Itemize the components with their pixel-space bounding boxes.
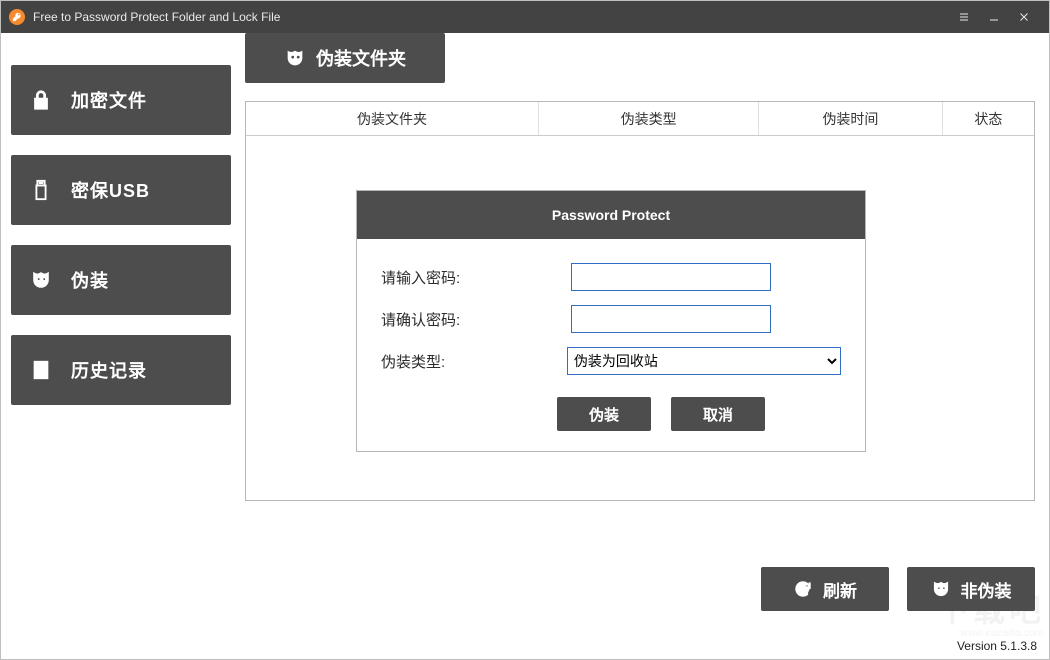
refresh-label: 刷新	[823, 577, 857, 602]
sidebar-item-encrypt[interactable]: 加密文件	[11, 65, 231, 135]
minimize-button[interactable]	[979, 1, 1009, 33]
version-label: Version 5.1.3.8	[957, 639, 1037, 653]
sidebar-item-label: 伪装	[71, 267, 109, 293]
watermark-sub: www.xiazaiba.com	[961, 628, 1043, 639]
mask-icon	[11, 269, 71, 291]
refresh-icon	[793, 579, 813, 599]
sidebar-item-label: 历史记录	[71, 357, 147, 383]
sidebar-item-disguise[interactable]: 伪装	[11, 245, 231, 315]
watermark: 下载吧	[937, 585, 1045, 631]
password-label: 请输入密码:	[381, 267, 571, 288]
col-time[interactable]: 伪装时间	[759, 102, 943, 135]
lock-icon	[11, 89, 71, 111]
col-type[interactable]: 伪装类型	[539, 102, 759, 135]
refresh-button[interactable]: 刷新	[761, 567, 889, 611]
title-bar: Free to Password Protect Folder and Lock…	[1, 1, 1049, 33]
col-status[interactable]: 状态	[943, 102, 1034, 135]
sidebar-item-label: 密保USB	[71, 177, 150, 203]
confirm-label: 请确认密码:	[381, 309, 571, 330]
col-folder[interactable]: 伪装文件夹	[246, 102, 539, 135]
sidebar: 加密文件 密保USB 伪装 历史记录	[1, 65, 231, 659]
close-button[interactable]	[1009, 1, 1039, 33]
disguise-submit-button[interactable]: 伪装	[557, 397, 651, 431]
sidebar-item-usb[interactable]: 密保USB	[11, 155, 231, 225]
menu-button[interactable]	[949, 1, 979, 33]
list-panel: 伪装文件夹 伪装类型 伪装时间 状态 Password Protect 请输入密…	[245, 101, 1035, 501]
sidebar-item-label: 加密文件	[71, 87, 147, 113]
app-window: Free to Password Protect Folder and Lock…	[0, 0, 1050, 660]
usb-icon	[11, 179, 71, 201]
cancel-button[interactable]: 取消	[671, 397, 765, 431]
top-tab-label: 伪装文件夹	[316, 45, 406, 71]
app-logo-icon	[9, 9, 25, 25]
password-dialog: Password Protect 请输入密码: 请确认密码: 伪装类型:	[356, 190, 866, 452]
password-input[interactable]	[571, 263, 771, 291]
type-label: 伪装类型:	[381, 351, 567, 372]
disguise-folder-tab[interactable]: 伪装文件夹	[245, 33, 445, 83]
history-icon	[11, 359, 71, 381]
disguise-type-select[interactable]: 伪装为回收站	[567, 347, 841, 375]
sidebar-item-history[interactable]: 历史记录	[11, 335, 231, 405]
window-title: Free to Password Protect Folder and Lock…	[33, 10, 280, 24]
confirm-password-input[interactable]	[571, 305, 771, 333]
column-headers: 伪装文件夹 伪装类型 伪装时间 状态	[246, 102, 1034, 136]
body: 加密文件 密保USB 伪装 历史记录	[1, 33, 1049, 659]
dialog-title: Password Protect	[357, 191, 865, 239]
mask-icon	[284, 47, 306, 69]
